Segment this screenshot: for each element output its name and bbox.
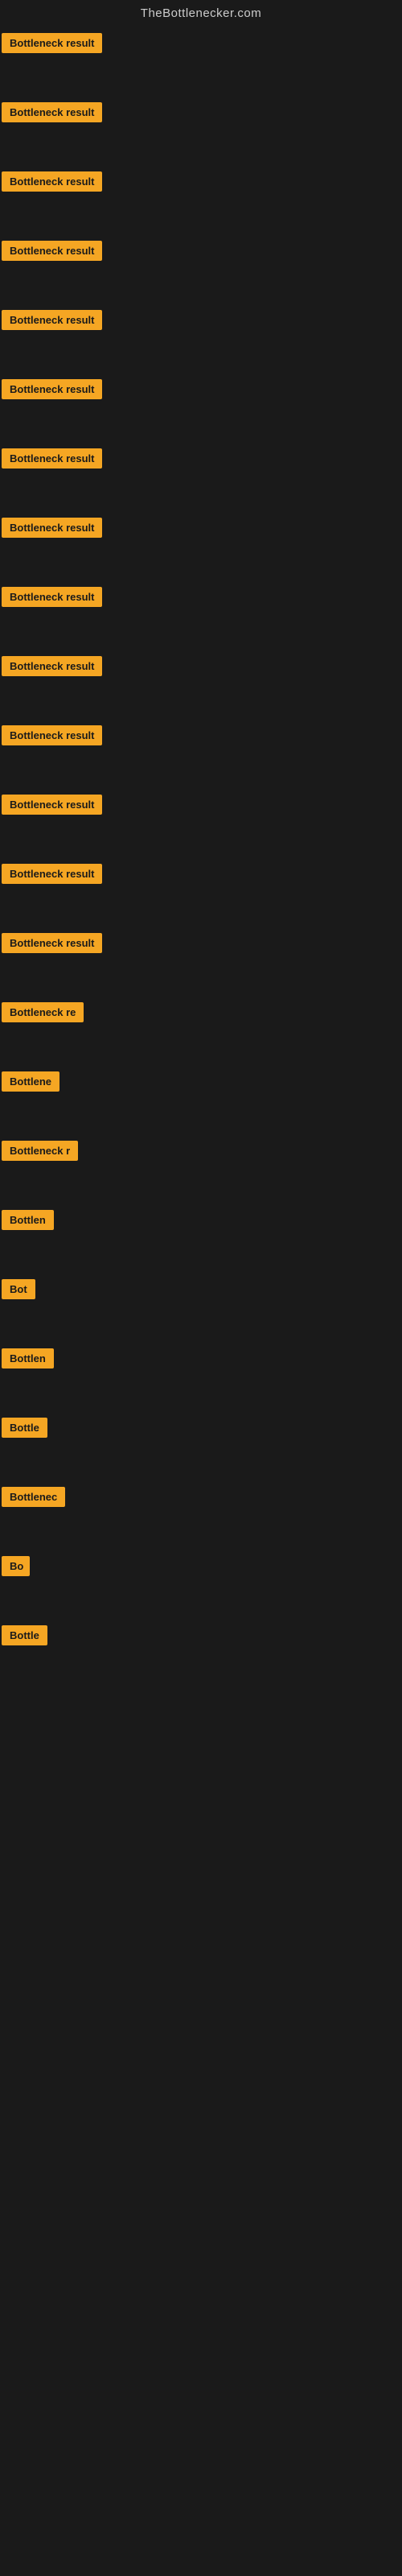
site-title: TheBottlenecker.com (0, 0, 402, 30)
bottleneck-badge-11[interactable]: Bottleneck result (2, 725, 102, 745)
bottleneck-item-12: Bottleneck result (2, 791, 402, 861)
bottleneck-item-16: Bottlene (2, 1068, 402, 1137)
bottleneck-badge-16[interactable]: Bottlene (2, 1071, 59, 1092)
bottleneck-item-5: Bottleneck result (2, 307, 402, 376)
bottleneck-item-11: Bottleneck result (2, 722, 402, 791)
bottleneck-item-14: Bottleneck result (2, 930, 402, 999)
bottleneck-badge-12[interactable]: Bottleneck result (2, 795, 102, 815)
bottleneck-badge-15[interactable]: Bottleneck re (2, 1002, 84, 1022)
bottleneck-badge-19[interactable]: Bot (2, 1279, 35, 1299)
bottleneck-badge-22[interactable]: Bottlenec (2, 1487, 65, 1507)
bottleneck-badge-9[interactable]: Bottleneck result (2, 587, 102, 607)
bottleneck-badge-1[interactable]: Bottleneck result (2, 33, 102, 53)
bottleneck-item-23: Bo (2, 1553, 402, 1622)
bottleneck-badge-10[interactable]: Bottleneck result (2, 656, 102, 676)
bottleneck-badge-5[interactable]: Bottleneck result (2, 310, 102, 330)
bottleneck-badge-23[interactable]: Bo (2, 1556, 30, 1576)
bottleneck-badge-14[interactable]: Bottleneck result (2, 933, 102, 953)
bottleneck-item-8: Bottleneck result (2, 514, 402, 584)
bottleneck-item-19: Bot (2, 1276, 402, 1345)
bottleneck-item-3: Bottleneck result (2, 168, 402, 237)
bottleneck-item-22: Bottlenec (2, 1484, 402, 1553)
bottleneck-item-6: Bottleneck result (2, 376, 402, 445)
bottleneck-item-18: Bottlen (2, 1207, 402, 1276)
bottleneck-badge-8[interactable]: Bottleneck result (2, 518, 102, 538)
bottleneck-item-2: Bottleneck result (2, 99, 402, 168)
bottleneck-badge-17[interactable]: Bottleneck r (2, 1141, 78, 1161)
header: TheBottlenecker.com (0, 0, 402, 30)
items-container: Bottleneck result Bottleneck result Bottle… (0, 30, 402, 1691)
bottleneck-badge-4[interactable]: Bottleneck result (2, 241, 102, 261)
bottleneck-badge-20[interactable]: Bottlen (2, 1348, 54, 1368)
bottleneck-badge-6[interactable]: Bottleneck result (2, 379, 102, 399)
bottleneck-item-13: Bottleneck result (2, 861, 402, 930)
bottleneck-badge-18[interactable]: Bottlen (2, 1210, 54, 1230)
bottleneck-item-24: Bottle (2, 1622, 402, 1691)
bottleneck-item-10: Bottleneck result (2, 653, 402, 722)
bottleneck-item-4: Bottleneck result (2, 237, 402, 307)
bottleneck-item-7: Bottleneck result (2, 445, 402, 514)
bottleneck-badge-24[interactable]: Bottle (2, 1625, 47, 1645)
bottleneck-badge-3[interactable]: Bottleneck result (2, 171, 102, 192)
bottleneck-item-21: Bottle (2, 1414, 402, 1484)
bottleneck-badge-7[interactable]: Bottleneck result (2, 448, 102, 469)
bottleneck-badge-13[interactable]: Bottleneck result (2, 864, 102, 884)
bottleneck-item-1: Bottleneck result (2, 30, 402, 99)
bottleneck-item-15: Bottleneck re (2, 999, 402, 1068)
bottleneck-badge-21[interactable]: Bottle (2, 1418, 47, 1438)
bottleneck-item-20: Bottlen (2, 1345, 402, 1414)
bottleneck-badge-2[interactable]: Bottleneck result (2, 102, 102, 122)
bottleneck-item-9: Bottleneck result (2, 584, 402, 653)
bottleneck-item-17: Bottleneck r (2, 1137, 402, 1207)
